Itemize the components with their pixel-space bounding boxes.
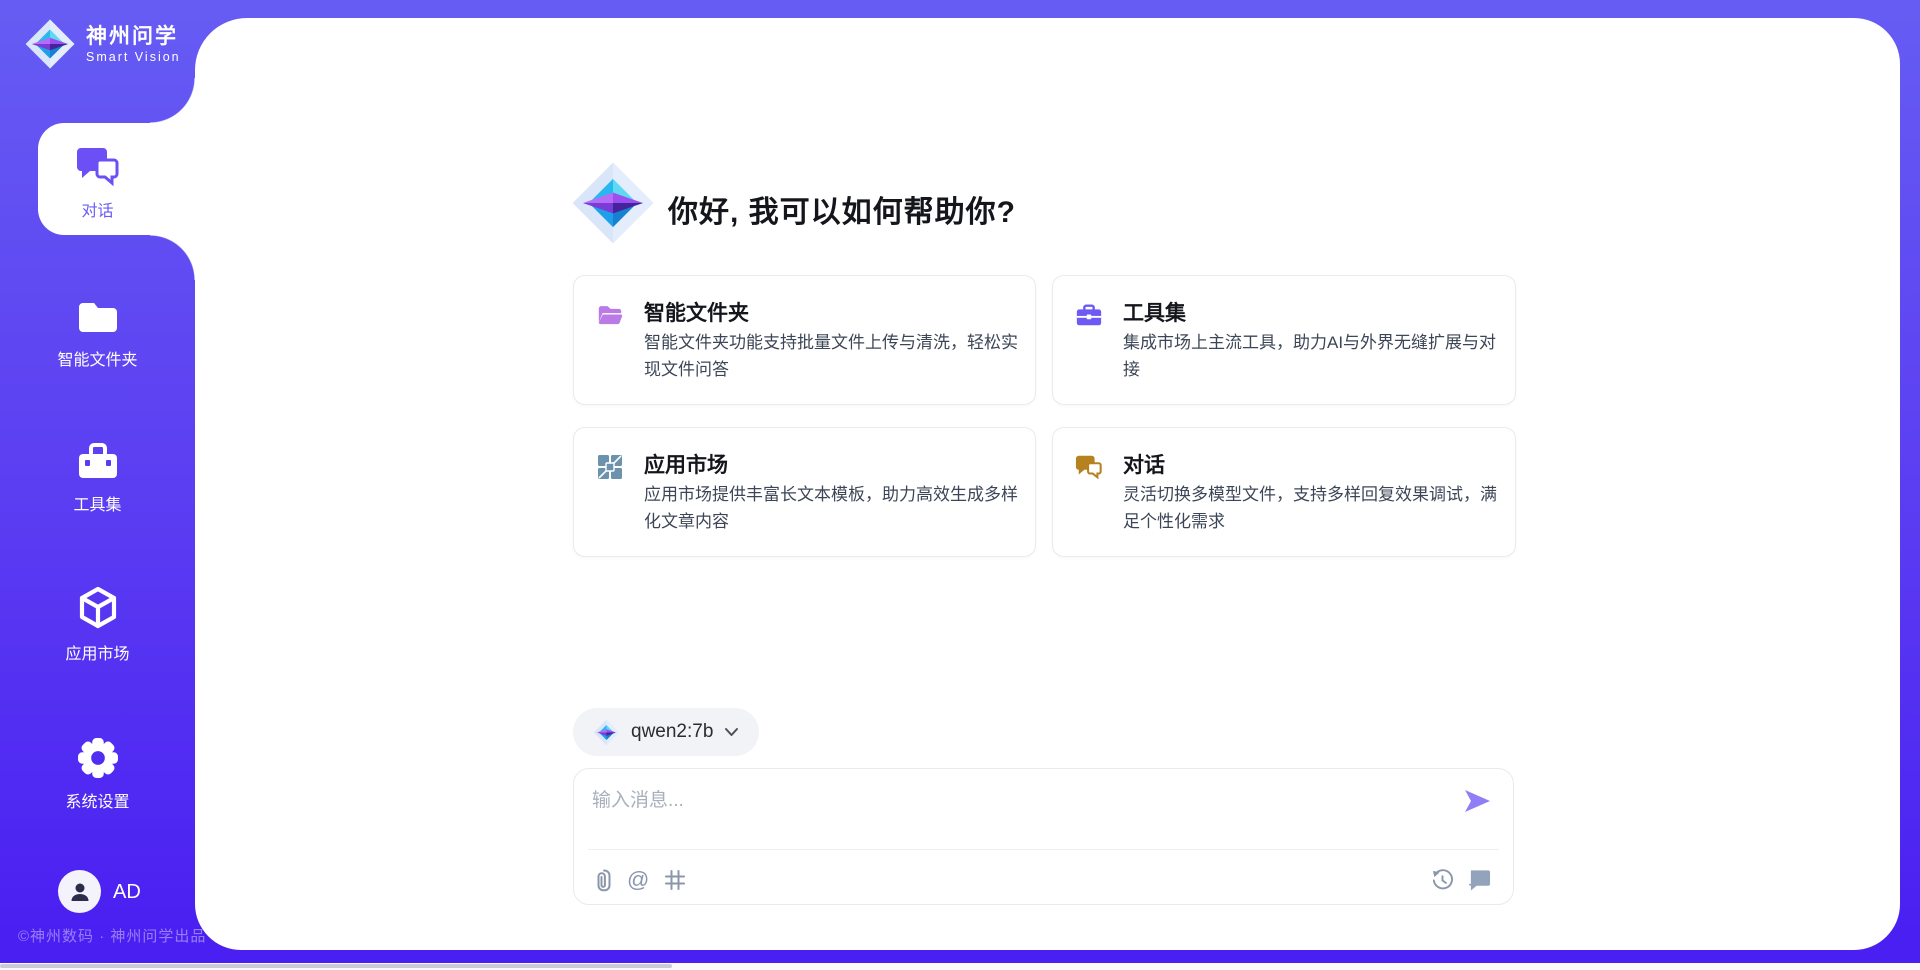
brand-logo: 神州问学 Smart Vision [24, 18, 181, 70]
chevron-down-icon [724, 727, 739, 737]
card-description: 灵活切换多模型文件，支持多样回复效果调试，满足个性化需求 [1123, 481, 1499, 535]
card-title: 智能文件夹 [644, 297, 749, 327]
send-icon [1462, 786, 1492, 816]
card-title: 对话 [1123, 449, 1165, 479]
message-composer: @ [573, 768, 1514, 905]
model-selector[interactable]: qwen2:7b [573, 708, 759, 756]
active-tab-scoop-bottom [150, 235, 195, 280]
briefcase-icon [1075, 301, 1103, 329]
sidebar-item-label: 工具集 [73, 491, 121, 515]
sidebar-item-label: 对话 [81, 197, 113, 221]
chat-bubbles-icon [76, 146, 120, 188]
sidebar-item-chat[interactable]: 对话 [0, 146, 195, 221]
card-description: 集成市场上主流工具，助力AI与外界无缝扩展与对接 [1123, 329, 1499, 383]
card-app-market[interactable]: 应用市场 应用市场提供丰富长文本模板，助力高效生成多样化文章内容 [573, 427, 1036, 557]
avatar [58, 870, 101, 913]
card-title: 工具集 [1123, 297, 1186, 327]
briefcase-icon [76, 440, 120, 482]
chat-panel-icon[interactable] [1468, 869, 1491, 891]
composer-tools-right [1431, 863, 1491, 897]
user-name: AD [113, 881, 141, 904]
copyright-text: ©神州数码 · 神州问学出品 [18, 925, 206, 946]
apps-grid-icon [596, 453, 624, 481]
model-name: qwen2:7b [631, 721, 713, 743]
card-description: 智能文件夹功能支持批量文件上传与清洗，轻松实现文件问答 [644, 329, 1019, 383]
send-button[interactable] [1461, 786, 1493, 818]
folder-icon [77, 297, 119, 337]
message-input[interactable] [592, 781, 1432, 821]
card-chat[interactable]: 对话 灵活切换多模型文件，支持多样回复效果调试，满足个性化需求 [1052, 427, 1516, 557]
model-gem-icon [593, 719, 620, 746]
sidebar-item-settings[interactable]: 系统设置 [0, 737, 195, 812]
history-icon[interactable] [1431, 869, 1454, 892]
attach-file-icon[interactable] [596, 868, 612, 892]
greeting-heading: 你好, 我可以如何帮助你? [668, 187, 1016, 231]
brand-gem-icon [24, 18, 76, 70]
gear-icon [77, 737, 119, 779]
card-toolset[interactable]: 工具集 集成市场上主流工具，助力AI与外界无缝扩展与对接 [1052, 275, 1516, 405]
card-title: 应用市场 [644, 449, 728, 479]
sidebar-item-label: 智能文件夹 [57, 346, 137, 370]
person-icon [68, 880, 92, 904]
user-profile[interactable]: AD [0, 868, 195, 916]
brand-subtitle: Smart Vision [86, 50, 181, 65]
sidebar-item-toolset[interactable]: 工具集 [0, 440, 195, 515]
composer-divider [588, 849, 1499, 850]
sidebar-item-label: 系统设置 [65, 788, 129, 812]
feature-cards: 智能文件夹 智能文件夹功能支持批量文件上传与清洗，轻松实现文件问答 工具集 集成… [573, 275, 1516, 557]
composer-tools-left: @ [596, 863, 686, 897]
chat-bubbles-icon [1075, 453, 1103, 481]
hash-icon[interactable] [664, 869, 686, 891]
sidebar-item-smart-folder[interactable]: 智能文件夹 [0, 297, 195, 370]
welcome-gem-icon [570, 160, 656, 246]
brand-name: 神州问学 [86, 24, 181, 50]
horizontal-scrollbar[interactable] [0, 964, 672, 968]
active-tab-scoop-top [150, 78, 195, 123]
card-description: 应用市场提供丰富长文本模板，助力高效生成多样化文章内容 [644, 481, 1019, 535]
card-smart-folder[interactable]: 智能文件夹 智能文件夹功能支持批量文件上传与清洗，轻松实现文件问答 [573, 275, 1036, 405]
folder-open-icon [596, 301, 624, 329]
sidebar-item-app-market[interactable]: 应用市场 [0, 585, 195, 664]
mention-icon[interactable]: @ [627, 869, 649, 891]
cube-icon [76, 585, 120, 631]
sidebar-item-label: 应用市场 [65, 640, 129, 664]
